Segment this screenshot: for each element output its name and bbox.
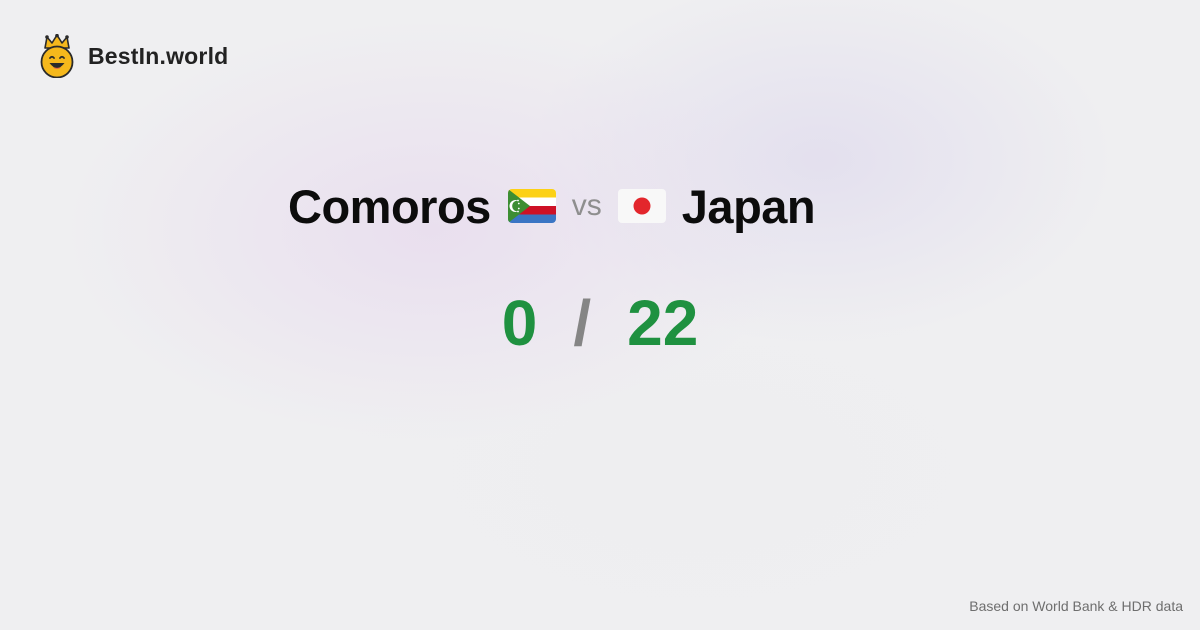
- vs-label: vs: [571, 189, 602, 222]
- brand-header[interactable]: BestIn.world: [38, 33, 229, 79]
- right-score: 22: [627, 287, 699, 359]
- left-country-name[interactable]: Comoros: [288, 179, 491, 234]
- country-matchup: Comoros vs Japan: [288, 178, 816, 234]
- score-comparison: 0 / 22: [0, 286, 1200, 360]
- data-source-note: Based on World Bank & HDR data: [969, 598, 1183, 614]
- left-score: 0: [501, 287, 538, 359]
- crown-smiley-icon: [38, 33, 76, 79]
- score-separator: /: [573, 287, 592, 359]
- comoros-flag-icon: [507, 189, 556, 223]
- right-country-name[interactable]: Japan: [682, 179, 816, 234]
- japan-flag-icon: [617, 189, 666, 223]
- brand-name: BestIn.world: [88, 42, 229, 69]
